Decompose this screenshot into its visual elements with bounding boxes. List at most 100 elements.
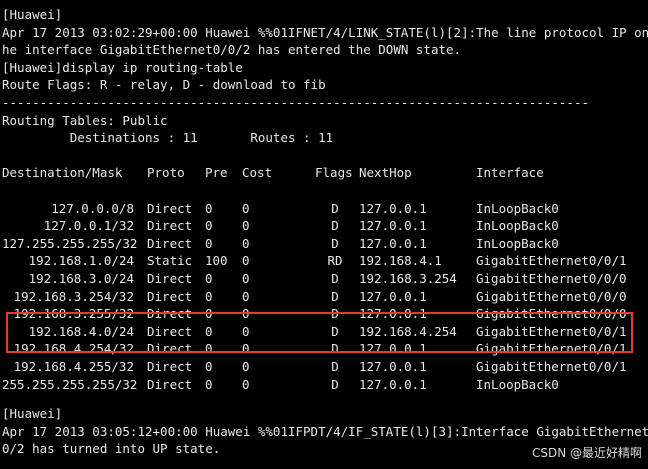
cell-proto: Direct [147,359,193,374]
cell-pre: 0 [205,218,213,234]
cell-proto: Direct [147,218,193,234]
terminal-line-log: 0/2 has turned into UP state. [2,441,221,457]
cell-pre: 0 [205,271,213,286]
table-row: 255.255.255.255/32 Direct 0 0 D 127.0.0.1 InLo… [2,376,642,394]
header-flags: Flags [315,165,353,181]
cell-nexthop: 127.0.0.1 [359,341,427,357]
cell-interface: InLoopBack0 [476,218,559,234]
cell-interface: InLoopBack0 [476,235,559,251]
cell-destination: 127.0.0.1/32 [43,218,134,234]
terminal-window[interactable]: [Huawei] Apr 17 2013 03:02:29+00:00 Huaw… [0,0,648,469]
cell-destination: 192.168.1.0/24 [28,253,134,269]
cell-proto: Static [147,253,193,269]
cell-proto: Direct [147,323,193,339]
cell-pre: 0 [205,359,213,374]
cell-destination: 127.0.0.0/8 [51,200,134,216]
terminal-line-prompt: [Huawei] [2,7,63,22]
routing-summary: Destinations : 11 Routes : 11 [2,130,334,146]
table-row: 192.168.4.254/32 Direct 0 0 D 127.0.0.1 Gigabi… [2,340,642,358]
cell-pre: 0 [205,200,213,216]
cell-flags: D [331,306,339,322]
cell-flags: D [331,359,339,374]
separator-line: ----------------------------------------… [2,95,589,110]
cell-nexthop: 127.0.0.1 [359,235,427,251]
header-pre: Pre [205,165,228,181]
cell-interface: GigabitEthernet0/0/1 [476,253,627,269]
cell-flags: D [331,271,339,286]
cell-cost: 0 [242,218,250,234]
cell-interface: GigabitEthernet0/0/0 [476,306,627,322]
cell-interface: InLoopBack0 [476,376,559,392]
cell-nexthop: 127.0.0.1 [359,306,427,322]
cell-cost: 0 [242,271,250,286]
cell-destination: 192.168.4.0/24 [28,323,134,339]
cell-pre: 0 [205,376,213,392]
cell-destination: 192.168.3.0/24 [28,271,134,286]
table-row: 192.168.1.0/24 Static 100 0 RD 192.168.4.1 Gig… [2,252,642,270]
cell-flags: D [331,376,339,392]
cell-cost: 0 [242,288,250,304]
terminal-line-command: [Huawei]display ip routing-table [2,59,243,75]
cell-pre: 0 [205,288,213,304]
cell-nexthop: 192.168.4.254 [359,323,457,339]
cell-proto: Direct [147,288,193,304]
header-interface: Interface [476,165,544,181]
cell-pre: 0 [205,235,213,251]
table-row: 192.168.3.255/32 Direct 0 0 D 127.0.0.1 Gigabi… [2,305,642,323]
cell-proto: Direct [147,235,193,251]
terminal-line-prompt: [Huawei] [2,406,63,421]
header-cost: Cost [242,165,273,181]
cell-flags: D [331,323,339,339]
cell-cost: 0 [242,359,250,374]
cell-nexthop: 127.0.0.1 [359,200,427,216]
table-row: 192.168.3.254/32 Direct 0 0 D 127.0.0.1 Gigabi… [2,288,642,306]
terminal-line-log: Apr 17 2013 03:05:12+00:00 Huawei %%01IF… [2,423,648,439]
terminal-line-log: he interface GigabitEthernet0/0/2 has en… [2,42,462,58]
cell-cost: 0 [242,376,250,392]
cell-cost: 0 [242,235,250,251]
cell-interface: GigabitEthernet0/0/0 [476,288,627,304]
cell-nexthop: 127.0.0.1 [359,359,427,374]
table-row: 127.0.0.0/8 Direct 0 0 D 127.0.0.1 InLoopBack0 [2,200,642,218]
cell-destination: 192.168.3.254/32 [13,288,134,304]
cell-nexthop: 192.168.4.1 [359,253,442,269]
cell-flags: D [331,288,339,304]
cell-flags: RD [327,253,343,269]
cell-proto: Direct [147,376,193,392]
cell-pre: 100 [205,253,228,269]
cell-proto: Direct [147,341,193,357]
cell-proto: Direct [147,200,193,216]
cell-proto: Direct [147,306,193,322]
route-flags-legend: Route Flags: R - relay, D - download to … [2,77,326,93]
cell-destination: 192.168.4.254/32 [13,341,134,357]
cell-destination: 192.168.3.255/32 [13,306,134,322]
cell-pre: 0 [205,323,213,339]
header-proto: Proto [147,165,185,181]
cell-nexthop: 127.0.0.1 [359,288,427,304]
cell-interface: GigabitEthernet0/0/0 [476,271,627,286]
cell-flags: D [331,235,339,251]
cell-interface: InLoopBack0 [476,200,559,216]
cell-cost: 0 [242,200,250,216]
cell-destination: 255.255.255.255/32 [2,376,138,392]
table-row: 192.168.4.255/32 Direct 0 0 D 127.0.0.1 Gigabi… [2,358,642,376]
cell-cost: 0 [242,341,250,357]
cell-nexthop: 127.0.0.1 [359,218,427,234]
table-row: 192.168.4.0/24 Direct 0 0 D 192.168.4.254 Giga… [2,323,642,341]
cell-pre: 0 [205,341,213,357]
table-header: Destination/Mask Proto Pre Cost Flags Ne… [2,164,642,182]
table-row: 192.168.3.0/24 Direct 0 0 D 192.168.3.254 Giga… [2,270,642,288]
cell-proto: Direct [147,271,193,286]
header-destination: Destination/Mask [2,165,123,181]
cell-destination: 192.168.4.255/32 [13,359,134,374]
cell-nexthop: 127.0.0.1 [359,376,427,392]
routing-tables-title: Routing Tables: Public [2,112,168,128]
cell-cost: 0 [242,306,250,322]
cell-cost: 0 [242,323,250,339]
cell-cost: 0 [242,253,250,269]
cell-flags: D [331,341,339,357]
header-nexthop: NextHop [359,165,412,181]
terminal-line-log: Apr 17 2013 03:02:29+00:00 Huawei %%01IF… [2,24,648,40]
table-row: 127.255.255.255/32 Direct 0 0 D 127.0.0.1 InLo… [2,235,642,253]
cell-flags: D [331,218,339,234]
